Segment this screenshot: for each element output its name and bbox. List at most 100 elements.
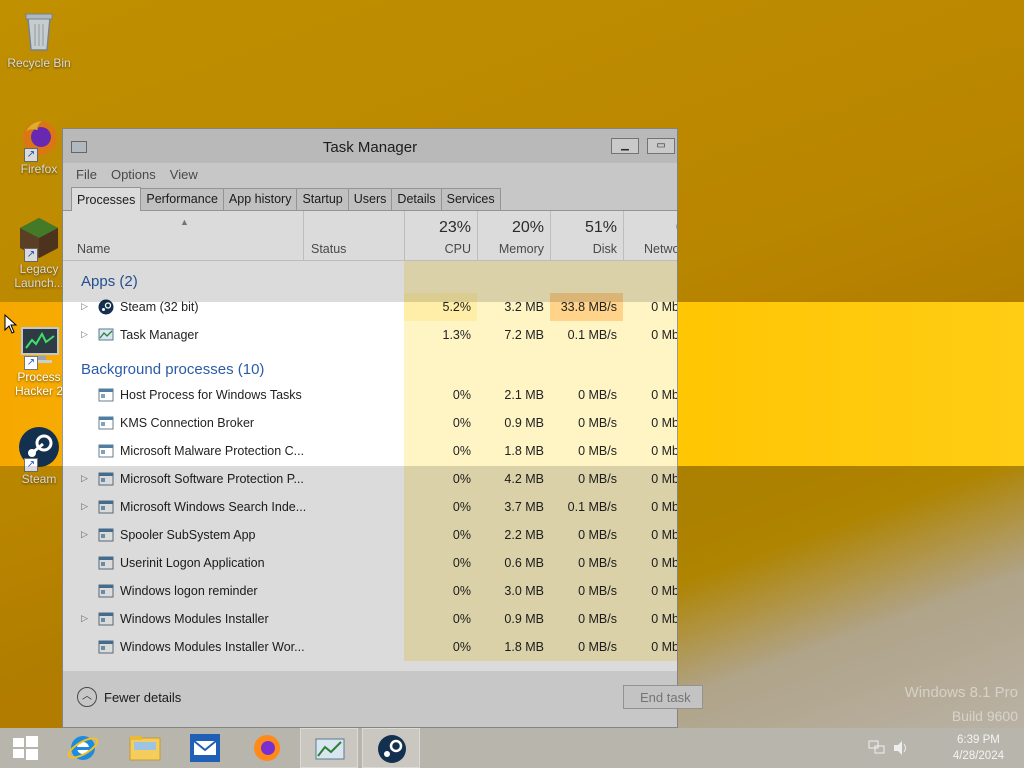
sort-caret-icon: ▲ — [180, 217, 189, 227]
column-header-status[interactable]: Status — [303, 211, 404, 261]
column-header-cpu[interactable]: 23% CPU — [404, 211, 477, 261]
table-row[interactable]: ▷ Task Manager 1.3% 7.2 MB 0.1 MB/s 0 Mb — [63, 321, 677, 349]
recycle-bin-icon — [16, 8, 62, 54]
process-window-icon — [98, 639, 114, 655]
expand-chevron-icon[interactable]: ▷ — [81, 301, 88, 312]
tab-services[interactable]: Services — [440, 188, 501, 210]
process-name: Windows Modules Installer — [120, 612, 269, 626]
table-row[interactable]: Userinit Logon Application 0% 0.6 MB 0 MB/s… — [63, 549, 677, 577]
taskbar-task-manager[interactable] — [300, 728, 358, 768]
end-task-button[interactable]: End task — [623, 685, 703, 709]
shortcut-arrow-icon: ↗ — [24, 458, 38, 472]
window-title: Task Manager — [322, 139, 418, 156]
network-value: 0 Mb — [651, 388, 677, 402]
network-icon[interactable] — [868, 740, 886, 760]
network-value: 0 Mb — [651, 612, 677, 626]
heat-cell — [550, 349, 623, 381]
memory-value: 7.2 MB — [504, 328, 544, 342]
chevron-up-icon[interactable]: ︿ — [77, 687, 97, 707]
tab-details[interactable]: Details — [391, 188, 442, 210]
tab-startup[interactable]: Startup — [296, 188, 349, 210]
table-row[interactable]: ▷ Microsoft Software Protection P... 0% 4.2… — [63, 465, 677, 493]
heat-cell — [623, 261, 677, 293]
process-list: ▲ Name Status 23% CPU 20% Memory 51% Dis… — [63, 211, 677, 671]
column-header-disk[interactable]: 51% Disk — [550, 211, 623, 261]
network-value: 0 Mb — [651, 528, 677, 542]
taskbar-clock[interactable]: 6:39 PM 4/28/2024 — [953, 732, 1004, 764]
tab-users[interactable]: Users — [347, 188, 393, 210]
network-value: 0 Mb — [651, 416, 677, 430]
fewer-details-link[interactable]: Fewer details — [104, 690, 181, 705]
expand-chevron-icon[interactable]: ▷ — [81, 529, 88, 540]
maximize-button[interactable]: ▭ — [647, 138, 675, 154]
taskbar-file-explorer[interactable] — [116, 728, 174, 768]
taskbar-internet-explorer[interactable] — [54, 728, 112, 768]
menu-options[interactable]: Options — [111, 167, 156, 182]
table-row[interactable]: ▷ Windows Modules Installer 0% 0.9 MB 0 MB/s… — [63, 605, 677, 633]
column-header-name[interactable]: Name — [77, 242, 110, 256]
process-window-icon — [98, 443, 114, 459]
shortcut-arrow-icon: ↗ — [24, 248, 38, 262]
disk-value: 0 MB/s — [578, 388, 617, 402]
taskbar-mail[interactable] — [176, 728, 234, 768]
tab-app-history[interactable]: App history — [222, 188, 298, 210]
cpu-value: 0% — [452, 416, 471, 430]
table-row[interactable]: ▷ Microsoft Windows Search Inde... 0% 3.7 M… — [63, 493, 677, 521]
disk-value: 0 MB/s — [578, 584, 617, 598]
process-name: Microsoft Malware Protection C... — [120, 444, 305, 458]
heat-cell — [404, 261, 477, 293]
expand-chevron-icon[interactable]: ▷ — [81, 329, 88, 340]
table-row[interactable]: Microsoft Malware Protection C... 0% 1.8 M… — [63, 437, 677, 465]
disk-value: 0 MB/s — [578, 612, 617, 626]
expand-chevron-icon[interactable]: ▷ — [81, 501, 88, 512]
column-memory-label: Memory — [498, 242, 544, 256]
process-window-icon — [98, 555, 114, 571]
cpu-value: 0% — [452, 556, 471, 570]
network-total-percent: 0% — [676, 219, 677, 237]
expand-chevron-icon[interactable]: ▷ — [81, 473, 88, 484]
taskbar-firefox[interactable] — [238, 728, 296, 768]
desktop-icon-label: Recycle Bin — [7, 56, 71, 70]
table-row[interactable]: Windows logon reminder 0% 3.0 MB 0 MB/s 0 Mb — [63, 577, 677, 605]
disk-total-percent: 51% — [584, 219, 617, 236]
taskbar-steam[interactable] — [362, 728, 420, 768]
expand-chevron-icon[interactable]: ▷ — [81, 613, 88, 624]
system-tray: 6:39 PM 4/28/2024 — [868, 728, 1018, 768]
menu-view[interactable]: View — [170, 167, 198, 182]
process-name: Host Process for Windows Tasks — [120, 388, 302, 402]
column-cpu-label: CPU — [444, 242, 471, 256]
tab-performance[interactable]: Performance — [140, 188, 224, 210]
column-network-label: Network — [644, 242, 677, 256]
cpu-value: 0% — [452, 528, 471, 542]
process-name: Spooler SubSystem App — [120, 528, 256, 542]
desktop-icon-recycle-bin[interactable]: Recycle Bin — [4, 8, 74, 70]
cpu-value: 0% — [452, 640, 471, 654]
disk-value: 0 MB/s — [578, 528, 617, 542]
network-value: 0 Mb — [651, 300, 677, 314]
firefox-icon: ↗ — [16, 114, 62, 162]
column-header-network[interactable]: 0% Network — [623, 211, 677, 261]
tab-processes[interactable]: Processes — [71, 187, 142, 211]
clock-date: 4/28/2024 — [952, 750, 1004, 762]
volume-icon[interactable] — [892, 740, 910, 760]
table-row[interactable]: KMS Connection Broker 0% 0.9 MB 0 MB/s 0 Mb — [63, 409, 677, 437]
table-row[interactable]: Windows Modules Installer Wor... 0% 1.8 MB… — [63, 633, 677, 661]
process-name: Microsoft Software Protection P... — [120, 472, 304, 486]
table-row[interactable]: Host Process for Windows Tasks 0% 2.1 MB 0 … — [63, 381, 677, 409]
table-row[interactable]: ▷ Spooler SubSystem App 0% 2.2 MB 0 MB/s 0 Mb — [63, 521, 677, 549]
network-value: 0 Mb — [651, 584, 677, 598]
column-disk-label: Disk — [592, 242, 617, 256]
minimize-button[interactable]: ▁ — [611, 138, 639, 154]
menu-file[interactable]: File — [76, 167, 97, 182]
mail-icon — [190, 734, 220, 762]
memory-value: 4.2 MB — [504, 472, 544, 486]
title-bar[interactable]: Task Manager ▁ ▭ — [63, 129, 677, 163]
memory-value: 2.2 MB — [504, 528, 544, 542]
heat-cell — [550, 261, 623, 293]
start-button[interactable] — [0, 728, 50, 768]
memory-value: 0.9 MB — [504, 612, 544, 626]
table-row[interactable]: ▷ Steam (32 bit) 5.2% 3.2 MB 33.8 MB/s 0… — [63, 293, 677, 321]
memory-value: 0.6 MB — [504, 556, 544, 570]
task-manager-window: Task Manager ▁ ▭ File Options View Proce… — [62, 128, 703, 728]
column-header-memory[interactable]: 20% Memory — [477, 211, 550, 261]
